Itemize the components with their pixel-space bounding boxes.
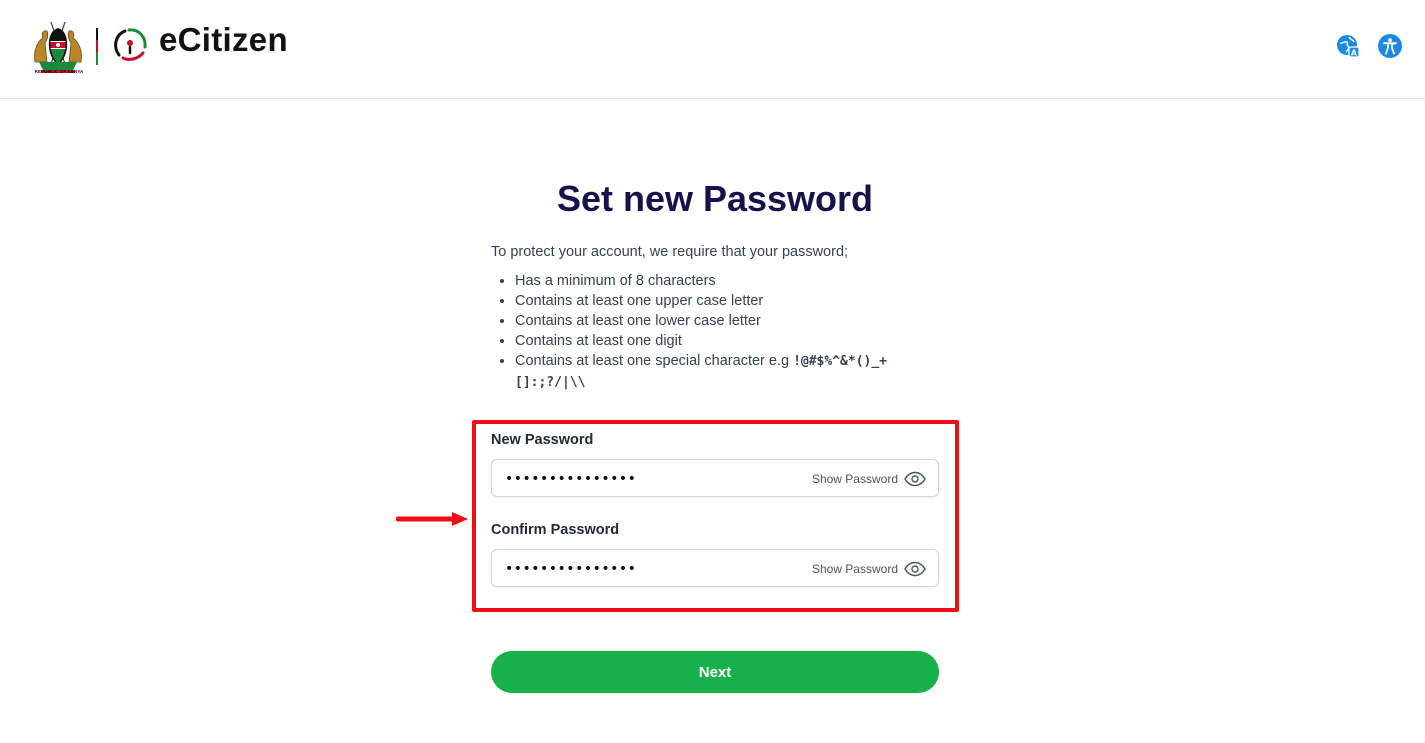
svg-text:A: A (1351, 49, 1358, 58)
coat-caption: REPUBLIC OF KENYA (34, 69, 84, 74)
requirement-item: Contains at least one upper case letter (515, 291, 941, 311)
eye-icon (904, 561, 926, 577)
logo-divider (96, 28, 98, 65)
confirm-password-show-toggle[interactable]: Show Password (812, 558, 926, 580)
language-icon[interactable]: A (1336, 34, 1360, 58)
accessibility-icon[interactable] (1378, 34, 1402, 58)
requirement-item-special: Contains at least one special character … (515, 351, 941, 393)
requirement-special-text: Contains at least one special character … (515, 353, 794, 369)
kenya-coat-of-arms-logo (34, 21, 82, 73)
next-button[interactable]: Next (491, 651, 939, 693)
header: REPUBLIC OF KENYA eCitizen A (0, 0, 1425, 99)
password-requirements-list: Has a minimum of 8 characters Contains a… (491, 271, 941, 393)
annotation-arrow-icon (396, 512, 468, 526)
new-password-input[interactable] (503, 469, 783, 489)
eye-icon (904, 471, 926, 487)
new-password-field: Show Password (491, 459, 939, 497)
show-password-label: Show Password (811, 562, 898, 576)
ecitizen-logo-icon (114, 28, 147, 61)
confirm-password-label: Confirm Password (491, 522, 620, 538)
new-password-show-toggle[interactable]: Show Password (812, 468, 926, 490)
password-requirements-intro: To protect your account, we require that… (491, 244, 849, 260)
show-password-label: Show Password (811, 472, 898, 486)
requirement-item: Contains at least one lower case letter (515, 311, 941, 331)
requirement-item: Has a minimum of 8 characters (515, 271, 941, 291)
brand-name: eCitizen (159, 21, 288, 58)
new-password-label: New Password (491, 432, 594, 448)
confirm-password-field: Show Password (491, 549, 939, 587)
requirement-item: Contains at least one digit (515, 331, 941, 351)
page-title: Set new Password (556, 178, 874, 219)
confirm-password-input[interactable] (503, 559, 783, 579)
